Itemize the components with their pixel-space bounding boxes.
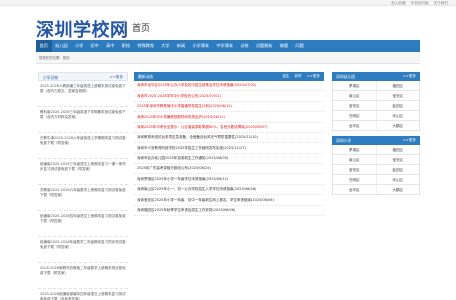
news-item[interactable]: 深圳市义务教育阶段学校2025年招生工作细则发布实施(2025/11/27) [134,143,324,154]
news-item[interactable]: 深圳2025年中考安全提示：公办普高录取率超60%，名校分数线揭晓(2025/0… [134,123,324,133]
header: 深圳学校网 首页 [0,6,456,41]
district-link[interactable]: 罗湖区 [333,81,376,90]
left-more-link[interactable]: >>更多 [110,73,123,82]
nav-item-primary[interactable]: 小学 [71,40,87,52]
nav-item-exams[interactable]: 试卷 [237,40,253,52]
district-link[interactable]: 大鹏区 [375,185,420,194]
district-link[interactable]: 宝安区 [333,165,376,174]
list-item[interactable]: 统编版2025-2026三年级语文上册期末复习一课一练同步复习测试卷免费下载（附… [38,159,128,185]
nav-item-kindergarten[interactable]: 幼儿园 [52,40,72,52]
district-link[interactable]: 福田区 [375,145,420,154]
mid-panel-header: 最新动态 招生 转学 >>更多 [134,72,324,81]
left-exam-list: 2025-2026人教部编三年级英语上册期末测试卷免费下载（含听力原文、答案及音… [38,81,128,300]
news-item[interactable]: 深圳市2025-2026学年中小学校历公布(2025/07/01) [134,91,324,102]
list-item[interactable]: 2025-2026新教材苏教版二年级数学上册期末测试卷免费下载（附答案） [38,263,128,289]
kindergarten-panel-header: 深圳幼儿园 >>更多 [332,72,420,81]
list-item[interactable]: 统编版2025-2026年级数学二年级期末复习同步测试卷免费下载（附答案） [38,237,128,263]
district-link[interactable]: 坪山区 [375,175,420,184]
district-row: 南山区 宝安区 [333,155,419,165]
middle-column: 最新动态 招生 转学 >>更多 深圳市龙华区2025年公办小学及初中招生政策及学… [134,72,324,216]
district-link[interactable]: 罗湖区 [333,145,376,154]
district-link[interactable]: 宝安区 [375,91,420,100]
list-item[interactable]: 沪教牛津2025-2026六年级英语上学期期末复习测试卷免费下载（附答案） [38,133,128,159]
main-nav: 首页 幼儿园 小学 初中 高中 职校 特殊教育 大学 新闻 小学课本 中学课本 … [36,40,420,52]
district-row: 光明区 坪山区 [333,175,419,185]
nav-item-junior-high[interactable]: 初中 [87,40,103,52]
nav-item-university[interactable]: 大学 [158,40,174,52]
mid-news-list: 深圳市龙华区2025年公办小学及初中招生政策及学位申请指南(2025/07/02… [134,81,324,216]
news-item[interactable]: 深圳2025年中小学暑假放假时间安排出炉(2025/06/11) [134,112,324,123]
district-row: 龙华区 大鹏区 [333,121,419,131]
primary-panel-title: 深圳小学 [336,138,352,143]
news-item[interactable]: 深圳市龙华区2025年公办小学及初中招生政策及学位申请指南(2025/07/02… [134,81,324,92]
nav-item-high-school[interactable]: 高中 [103,40,119,52]
primary-panel-header: 深圳小学 >>更多 [332,136,420,145]
news-item[interactable]: 深圳南山区2025年小一、初一公办学校招生入学学位申请指南(2025/06/06… [134,185,324,196]
nav-item-news[interactable]: 新闻 [173,40,189,52]
district-link[interactable]: 光明区 [333,175,376,184]
nav-item-special-education[interactable]: 特殊教育 [134,40,158,52]
district-link[interactable]: 光明区 [333,111,376,120]
breadcrumb-text: 您现在的位置：首页 [39,56,70,60]
mid-more-link[interactable]: >>更多 [307,72,320,81]
news-item[interactable]: 深圳市民办幼儿园2025年招收新生工作通知(2025/06/05) [134,154,324,164]
list-item[interactable]: 教科版2025-2026三年级英语下学期期末测试卷免费下载（含听力材料及答案） [38,107,128,133]
primary-district-grid: 罗湖区 福田区 南山区 宝安区 宝安区 盐田区 光明区 坪山区 龙华区 大鹏区 [332,145,420,195]
tab-transfer[interactable]: 转学 [295,72,302,81]
district-row: 罗湖区 福田区 [333,81,419,91]
tab-enrollment[interactable]: 招生 [282,72,289,81]
mid-tabs: 招生 转学 >>更多 [282,72,320,81]
list-item[interactable]: 2025-2026统编版部编本四年级语文上册期末复习测试卷免费下载（含参考答案） [38,289,128,300]
primary-more-link[interactable]: >>更多 [403,136,416,145]
nav-item-questions[interactable]: 问题 [292,40,308,52]
district-link[interactable]: 宝安区 [375,155,420,164]
left-column: 小学试卷 >>更多 2025-2026人教部编三年级英语上册期末测试卷免费下载（… [38,72,128,300]
nav-item-home[interactable]: 首页 [36,40,52,52]
kindergarten-more-link[interactable]: >>更多 [403,72,416,81]
district-link[interactable]: 南山区 [333,91,376,100]
district-link[interactable]: 坪山区 [375,111,420,120]
news-item[interactable]: 深圳教育系统抗台多项应急准备，全面备战台风天气预防重要性(2025/12/10) [134,133,324,144]
left-panel-header: 小学试卷 >>更多 [38,72,128,81]
logo-divider [124,20,125,36]
mid-panel-title: 最新动态 [138,74,154,79]
district-link[interactable]: 龙华区 [333,185,376,194]
district-row: 宝安区 盐田区 [333,165,419,175]
nav-item-primary-textbooks[interactable]: 小学课本 [189,40,213,52]
news-item[interactable]: 深圳福田区2025年秋季学位申请及招生工作安排(2025/06/06) [134,206,324,216]
nav-item-middle-textbooks[interactable]: 中学课本 [213,40,237,52]
left-panel-title: 小学试卷 [43,75,59,80]
district-row: 南山区 宝安区 [333,91,419,101]
news-item[interactable]: 深圳罗湖区2025年小学一年级学位申请指南(2025/06/11) [134,174,324,185]
list-item[interactable]: 统编版2025-2026四年级语文上册期末复习测试卷免费下载（附答案） [38,211,128,237]
district-link[interactable]: 南山区 [333,155,376,164]
district-link[interactable]: 福田区 [375,81,420,90]
header-home-link[interactable]: 首页 [132,21,150,34]
kindergarten-panel-title: 深圳幼儿园 [336,74,355,79]
right-column: 深圳幼儿园 >>更多 罗湖区 福田区 南山区 宝安区 宝安区 盐田区 光明区 坪… [332,72,420,195]
kindergarten-district-grid: 罗湖区 福田区 南山区 宝安区 宝安区 盐田区 光明区 坪山区 龙华区 大鹏区 [332,81,420,131]
nav-item-exam-analysis[interactable]: 试题解析 [252,40,276,52]
district-link[interactable]: 盐田区 [375,101,420,110]
news-item[interactable]: 2025年深圳市教育局中小学普通学校招生计划(2025/06/13) [134,102,324,113]
district-row: 宝安区 盐田区 [333,101,419,111]
nav-item-vocational[interactable]: 职校 [118,40,134,52]
district-link[interactable]: 盐田区 [375,165,420,174]
district-row: 龙华区 大鹏区 [333,185,419,195]
news-item[interactable]: 2025年广东高考录取分数线公布(2025/06/25) [134,164,324,175]
district-link[interactable]: 大鹏区 [375,121,420,130]
district-row: 罗湖区 福田区 [333,145,419,155]
breadcrumb: 您现在的位置：首页 [36,52,420,64]
district-link[interactable]: 宝安区 [333,101,376,110]
district-link[interactable]: 龙华区 [333,121,376,130]
district-row: 光明区 坪山区 [333,111,419,121]
nav-item-practice[interactable]: 做题 [276,40,292,52]
list-item[interactable]: 2025-2026人教部编三年级英语上册期末测试卷免费下载（含听力原文、答案及音… [38,81,128,107]
news-item[interactable]: 深圳宝安区2025年小学一年级、初中一年级新生网上报名、学位申请指南(2025/… [134,195,324,206]
site-logo[interactable]: 深圳学校网 [36,16,129,42]
list-item[interactable]: 苏教版2025-2026六年级数学上册期末复习测试卷免费下载（附答案） [38,185,128,211]
